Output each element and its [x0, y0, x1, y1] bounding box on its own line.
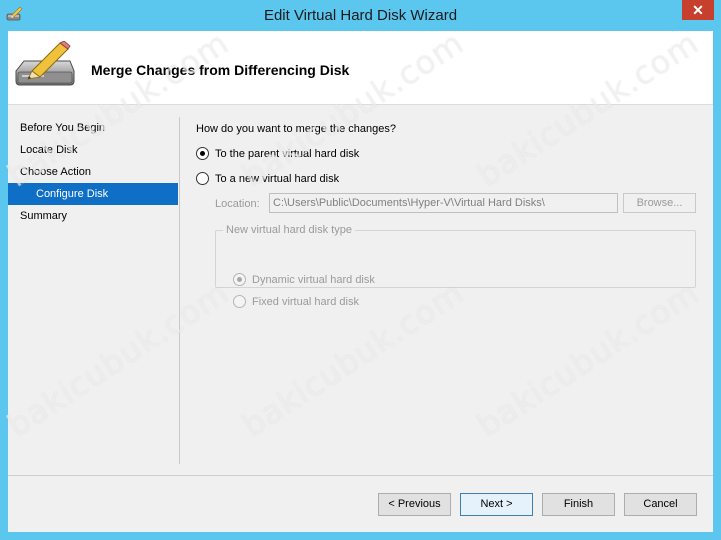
cancel-button[interactable]: Cancel — [624, 493, 697, 516]
location-label: Location: — [215, 198, 260, 210]
merge-question: How do you want to merge the changes? — [196, 123, 396, 135]
option-new-disk[interactable]: To a new virtual hard disk — [196, 172, 339, 185]
footer-divider — [8, 475, 713, 476]
step-before-you-begin[interactable]: Before You Begin — [8, 117, 178, 139]
wizard-window: Edit Virtual Hard Disk Wizard ✕ Merge Ch… — [0, 0, 721, 540]
parent-disk-radio[interactable] — [196, 147, 209, 160]
window-title: Edit Virtual Hard Disk Wizard — [263, 7, 458, 24]
dynamic-disk-label: Dynamic virtual hard disk — [252, 273, 375, 286]
title-bar[interactable]: Edit Virtual Hard Disk Wizard ✕ — [0, 0, 721, 31]
page-title: Merge Changes from Differencing Disk — [91, 62, 350, 78]
divider — [179, 117, 180, 464]
next-button[interactable]: Next > — [460, 493, 533, 516]
option-fixed-disk[interactable]: Fixed virtual hard disk — [233, 295, 359, 308]
option-parent-disk[interactable]: To the parent virtual hard disk — [196, 147, 359, 160]
disk-pencil-icon — [15, 41, 75, 86]
wizard-body: Merge Changes from Differencing Disk Bef… — [8, 31, 713, 532]
new-disk-label: To a new virtual hard disk — [215, 172, 340, 185]
disk-type-legend: New virtual hard disk type — [223, 224, 355, 236]
step-locate-disk[interactable]: Locate Disk — [8, 139, 178, 161]
wizard-steps: Before You Begin Locate Disk Choose Acti… — [8, 117, 178, 227]
option-dynamic-disk[interactable]: Dynamic virtual hard disk — [233, 273, 375, 286]
finish-button[interactable]: Finish — [542, 493, 615, 516]
fixed-disk-radio[interactable] — [233, 295, 246, 308]
parent-disk-label: To the parent virtual hard disk — [215, 147, 360, 160]
new-disk-radio[interactable] — [196, 172, 209, 185]
close-button[interactable]: ✕ — [682, 0, 714, 20]
step-configure-disk[interactable]: Configure Disk — [8, 183, 178, 205]
step-summary[interactable]: Summary — [8, 205, 178, 227]
browse-button[interactable]: Browse... — [623, 193, 696, 213]
dynamic-disk-radio[interactable] — [233, 273, 246, 286]
wizard-header: Merge Changes from Differencing Disk — [8, 31, 713, 105]
step-choose-action[interactable]: Choose Action — [8, 161, 178, 183]
location-input[interactable] — [269, 193, 618, 213]
previous-button[interactable]: < Previous — [378, 493, 451, 516]
fixed-disk-label: Fixed virtual hard disk — [252, 295, 359, 308]
